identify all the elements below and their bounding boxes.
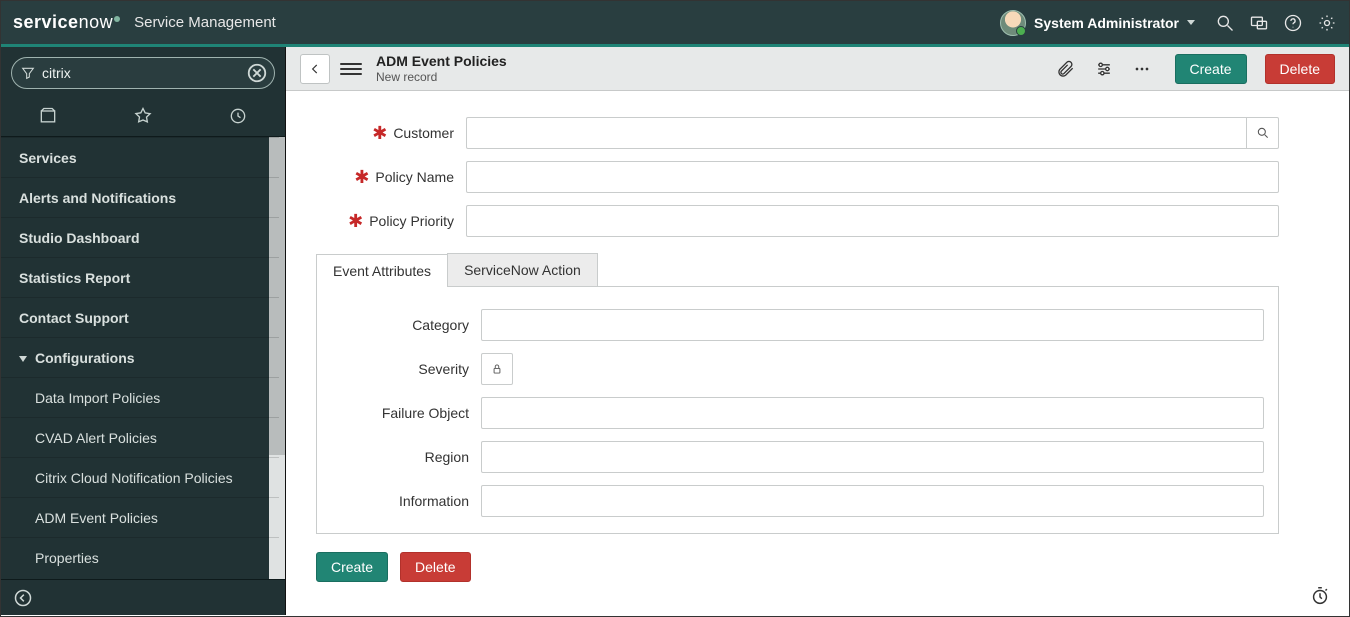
create-button-header[interactable]: Create	[1175, 54, 1247, 84]
more-options-button[interactable]	[1131, 58, 1153, 80]
policy-name-input[interactable]	[466, 161, 1279, 193]
field-category: Category	[331, 309, 1264, 341]
form-title: ADM Event Policies	[376, 53, 507, 70]
funnel-icon	[20, 65, 36, 81]
nav-item-studio-dashboard[interactable]: Studio Dashboard	[1, 217, 279, 257]
form-tabs: Event Attributes ServiceNow Action	[316, 253, 1279, 286]
delete-button-footer[interactable]: Delete	[400, 552, 470, 582]
field-information: Information	[331, 485, 1264, 517]
nav-item-label: Services	[19, 150, 77, 166]
tab-panel-event-attributes: Category Severity Failure Object	[316, 286, 1279, 534]
field-label-text: Information	[399, 493, 469, 509]
tab-label: ServiceNow Action	[464, 262, 581, 278]
avatar-icon	[1000, 10, 1026, 36]
navigator-filter-input[interactable]	[36, 65, 246, 81]
user-menu[interactable]: System Administrator	[1000, 10, 1195, 36]
personalize-form-button[interactable]	[1093, 58, 1115, 80]
navigator-sidebar: Services Alerts and Notifications Studio…	[1, 47, 286, 615]
nav-item-citrix-cloud-notification-policies[interactable]: Citrix Cloud Notification Policies	[1, 457, 279, 497]
delete-button-header[interactable]: Delete	[1265, 54, 1335, 84]
nav-item-adm-event-policies[interactable]: ADM Event Policies	[1, 497, 279, 537]
nav-item-services[interactable]: Services	[1, 137, 279, 177]
global-search-button[interactable]	[1215, 13, 1235, 33]
field-label-text: Failure Object	[382, 405, 469, 421]
region-input[interactable]	[481, 441, 1264, 473]
nav-item-label: Contact Support	[19, 310, 129, 326]
response-time-button[interactable]	[1309, 585, 1331, 607]
field-region: Region	[331, 441, 1264, 473]
top-banner: servicenow Service Management System Adm…	[1, 1, 1349, 47]
clear-filter-icon[interactable]	[246, 62, 268, 84]
tab-servicenow-action[interactable]: ServiceNow Action	[447, 253, 598, 286]
nav-item-label: Properties	[35, 550, 99, 566]
nav-item-label: Data Import Policies	[35, 390, 160, 406]
field-label-text: Region	[425, 449, 469, 465]
logo-service: service	[13, 12, 79, 33]
severity-unlock-button[interactable]	[481, 353, 513, 385]
back-button[interactable]	[300, 54, 330, 84]
form-area: ADM Event Policies New record Create Del…	[286, 47, 1349, 615]
form-subtitle: New record	[376, 70, 507, 84]
policy-priority-input[interactable]	[466, 205, 1279, 237]
chat-button[interactable]	[1249, 13, 1269, 33]
logo-now: now	[79, 12, 114, 33]
required-icon: ✱	[372, 129, 387, 138]
navigator-filter[interactable]	[11, 57, 275, 89]
nav-item-configurations[interactable]: Configurations	[1, 337, 279, 377]
nav-item-properties[interactable]: Properties	[1, 537, 279, 577]
chevron-down-icon	[1187, 20, 1195, 25]
nav-item-contact-support[interactable]: Contact Support	[1, 297, 279, 337]
field-label-text: Policy Priority	[369, 213, 454, 229]
settings-button[interactable]	[1317, 13, 1337, 33]
form-body: ✱Customer ✱Policy Name ✱Policy Priority …	[286, 91, 1349, 615]
information-input[interactable]	[481, 485, 1264, 517]
nav-item-label: Statistics Report	[19, 270, 130, 286]
field-policy-priority: ✱ Policy Priority	[316, 205, 1279, 237]
nav-item-label: CVAD Alert Policies	[35, 430, 157, 446]
customer-lookup-button[interactable]	[1247, 117, 1279, 149]
failure-object-input[interactable]	[481, 397, 1264, 429]
field-label-text: Customer	[393, 125, 454, 141]
attachments-button[interactable]	[1055, 58, 1077, 80]
help-button[interactable]	[1283, 13, 1303, 33]
nav-item-label: Citrix Cloud Notification Policies	[35, 470, 233, 486]
tab-event-attributes[interactable]: Event Attributes	[316, 254, 448, 287]
category-input[interactable]	[481, 309, 1264, 341]
product-name: Service Management	[134, 14, 276, 31]
nav-item-label: Studio Dashboard	[19, 230, 140, 246]
logo: servicenow	[13, 12, 120, 33]
field-label-text: Severity	[418, 361, 469, 377]
customer-input[interactable]	[466, 117, 1247, 149]
nav-item-label: Alerts and Notifications	[19, 190, 176, 206]
field-policy-name: ✱ Policy Name	[316, 161, 1279, 193]
nav-item-label: ADM Event Policies	[35, 510, 158, 526]
nav-item-data-import-policies[interactable]: Data Import Policies	[1, 377, 279, 417]
form-header: ADM Event Policies New record Create Del…	[286, 47, 1349, 91]
required-icon: ✱	[348, 217, 363, 226]
triangle-down-icon	[19, 356, 27, 362]
create-button-footer[interactable]: Create	[316, 552, 388, 582]
nav-item-cvad-alert-policies[interactable]: CVAD Alert Policies	[1, 417, 279, 457]
user-name-label: System Administrator	[1034, 15, 1179, 31]
nav-tab-favorites[interactable]	[96, 95, 191, 136]
field-label-text: Policy Name	[375, 169, 454, 185]
nav-item-statistics-report[interactable]: Statistics Report	[1, 257, 279, 297]
nav-item-alerts[interactable]: Alerts and Notifications	[1, 177, 279, 217]
tab-label: Event Attributes	[333, 263, 431, 279]
collapse-navigator-button[interactable]	[1, 579, 285, 615]
field-severity: Severity	[331, 353, 1264, 385]
logo-dot-icon	[114, 16, 120, 22]
nav-tab-history[interactable]	[190, 95, 285, 136]
navigator-list: Services Alerts and Notifications Studio…	[1, 137, 285, 579]
field-customer: ✱ Customer	[316, 117, 1279, 149]
nav-tab-all[interactable]	[1, 95, 96, 136]
required-icon: ✱	[354, 173, 369, 182]
form-menu-button[interactable]	[340, 60, 362, 78]
field-failure-object: Failure Object	[331, 397, 1264, 429]
navigator-tabs	[1, 95, 285, 137]
field-label-text: Category	[412, 317, 469, 333]
nav-item-label: Configurations	[35, 350, 135, 366]
